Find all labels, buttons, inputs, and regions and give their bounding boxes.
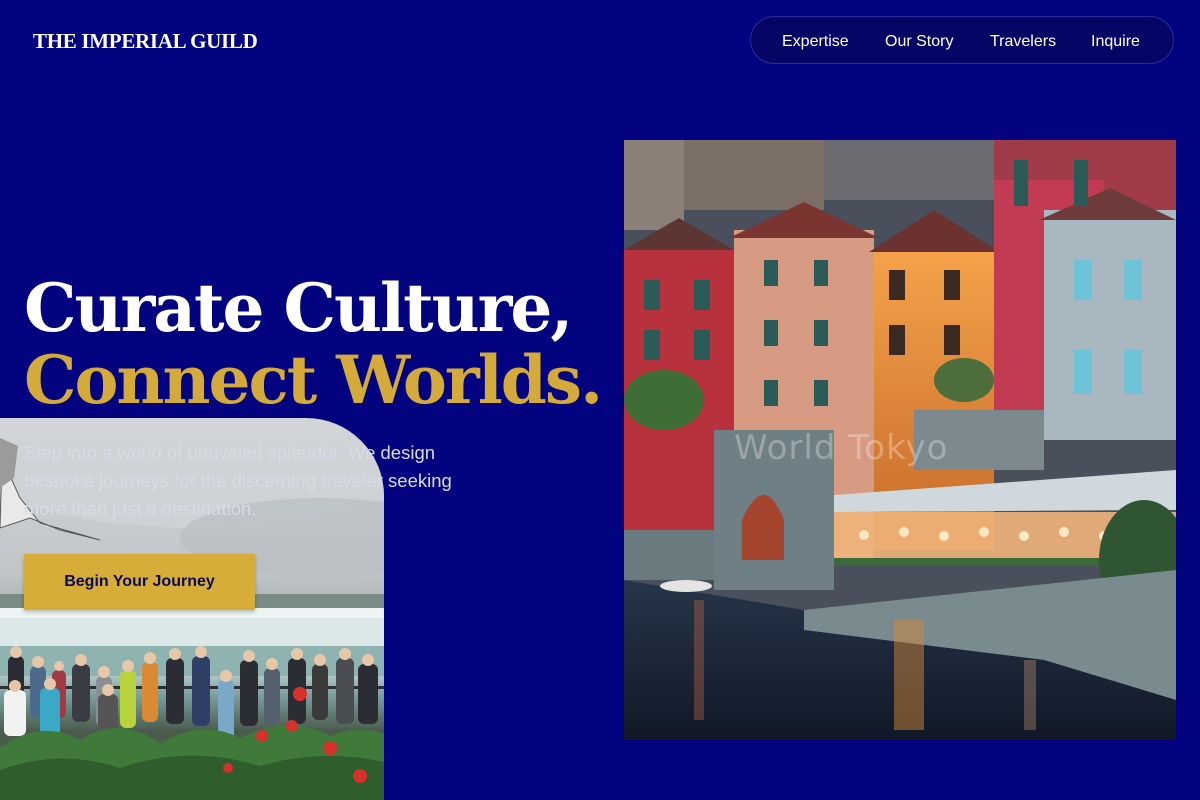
nav-item-travelers[interactable]: Travelers [990,32,1056,52]
hero-title-line1: Curate Culture, [24,269,573,347]
nav-item-our-story[interactable]: Our Story [885,32,953,52]
hero-title: Curate Culture, Connect Worlds. [24,269,603,419]
hero-title-line2: Connect Worlds. [24,341,603,419]
hero-description: Step into a world of unrivaled splendor.… [24,442,452,519]
main-nav: Expertise Our Story Travelers Inquire [750,16,1174,64]
site-logo[interactable]: THE IMPERIAL GUILD [33,29,258,54]
photo-watermark: World Tokyo [734,428,949,468]
begin-journey-button[interactable]: Begin Your Journey [24,554,255,610]
nav-item-inquire[interactable]: Inquire [1091,32,1140,52]
lakeside-village-photo: World Tokyo [624,140,1176,740]
nav-item-expertise[interactable]: Expertise [782,32,849,52]
